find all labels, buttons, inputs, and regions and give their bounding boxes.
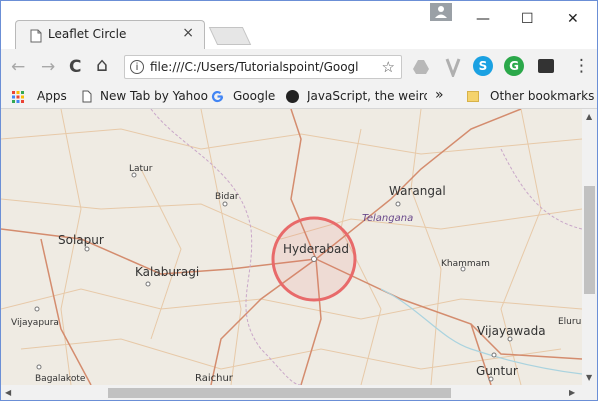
scroll-left-icon[interactable]: ◀ xyxy=(5,388,11,397)
minimize-button[interactable]: — xyxy=(476,11,490,27)
city-label-khammam: Khammam xyxy=(441,259,490,269)
bookmark-star-icon[interactable]: ☆ xyxy=(382,58,395,76)
vpn-extension-icon[interactable] xyxy=(445,57,461,77)
bookmark-google[interactable]: Google xyxy=(233,89,275,103)
region-label-telangana: Telangana xyxy=(362,213,413,224)
scroll-right-icon[interactable]: ▶ xyxy=(569,388,575,397)
back-button[interactable]: ← xyxy=(11,57,25,77)
vertical-scrollbar[interactable]: ▲ ▼ xyxy=(582,109,597,385)
bookmarks-overflow-button[interactable]: » xyxy=(435,87,444,103)
page-icon xyxy=(82,90,92,103)
city-label-raichur: Raichur xyxy=(195,373,234,384)
city-label-latur: Latur xyxy=(129,164,153,174)
city-label-hyderabad: Hyderabad xyxy=(283,242,349,256)
horizontal-scrollbar[interactable]: ◀ ▶ xyxy=(1,385,597,400)
javascript-site-icon xyxy=(286,90,299,103)
map-tiles: Latur Bidar Warangal Telangana Solapur H… xyxy=(1,109,582,385)
apps-grid-icon[interactable] xyxy=(12,91,24,103)
city-label-warangal: Warangal xyxy=(389,184,446,198)
tab-title: Leaflet Circle xyxy=(48,27,127,41)
drive-extension-icon[interactable] xyxy=(412,59,430,75)
map-view[interactable]: Latur Bidar Warangal Telangana Solapur H… xyxy=(1,109,582,385)
skype-icon[interactable]: S xyxy=(473,56,493,76)
bookmark-other-bookmarks[interactable]: Other bookmarks xyxy=(490,89,594,103)
page-icon xyxy=(30,29,42,43)
city-label-eluru: Eluru xyxy=(558,317,581,327)
folder-icon xyxy=(467,91,479,102)
user-profile-icon[interactable] xyxy=(430,3,452,21)
city-label-vijayawada: Vijayawada xyxy=(477,324,546,338)
reload-button[interactable]: C xyxy=(69,57,81,77)
url-text[interactable]: file:///C:/Users/Tutorialspoint/Googl xyxy=(150,60,375,74)
horizontal-scroll-thumb[interactable] xyxy=(108,388,451,398)
city-label-kalaburagi: Kalaburagi xyxy=(135,265,199,279)
address-bar[interactable]: i file:///C:/Users/Tutorialspoint/Googl … xyxy=(124,55,402,79)
city-label-vijayapura: Vijayapura xyxy=(11,318,59,328)
extension-panel-icon[interactable] xyxy=(538,59,554,73)
tab-close-icon[interactable]: × xyxy=(182,25,194,41)
bookmark-new-tab-yahoo[interactable]: New Tab by Yahoo xyxy=(100,89,208,103)
grammarly-icon[interactable]: G xyxy=(504,56,524,76)
city-label-bidar: Bidar xyxy=(215,192,239,202)
navigation-toolbar: ← → C ⌂ i file:///C:/Users/Tutorialspoin… xyxy=(1,49,597,85)
title-bar: Leaflet Circle × — ☐ ✕ xyxy=(1,1,597,49)
city-label-bagalakote: Bagalakote xyxy=(35,374,86,384)
vertical-scroll-thumb[interactable] xyxy=(584,186,595,294)
bookmark-javascript-weird[interactable]: JavaScript, the weird xyxy=(307,89,427,103)
city-label-guntur: Guntur xyxy=(476,364,518,378)
new-tab-button[interactable] xyxy=(208,27,252,45)
tab-leaflet-circle[interactable]: Leaflet Circle × xyxy=(15,20,205,49)
forward-button[interactable]: → xyxy=(41,57,55,77)
home-button[interactable]: ⌂ xyxy=(96,54,108,76)
maximize-button[interactable]: ☐ xyxy=(521,11,534,27)
site-info-icon[interactable]: i xyxy=(130,60,144,74)
scroll-up-icon[interactable]: ▲ xyxy=(586,112,592,121)
bookmarks-bar: Apps New Tab by Yahoo Google JavaScript,… xyxy=(1,85,597,109)
browser-window: Leaflet Circle × — ☐ ✕ ← → C ⌂ i file://… xyxy=(0,0,598,401)
scroll-down-icon[interactable]: ▼ xyxy=(586,373,592,382)
bookmark-apps[interactable]: Apps xyxy=(37,89,67,103)
close-window-button[interactable]: ✕ xyxy=(567,11,579,27)
menu-button[interactable]: ⋮ xyxy=(573,56,590,76)
google-icon xyxy=(211,90,224,103)
city-label-solapur: Solapur xyxy=(58,233,104,247)
